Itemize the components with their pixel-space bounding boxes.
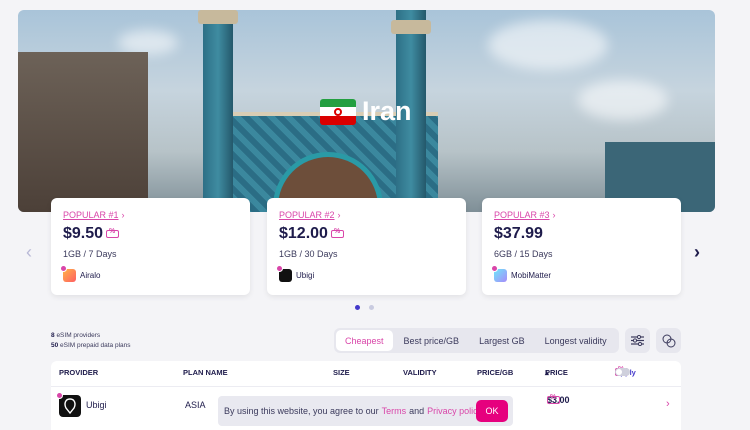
hero-minaret-left	[198, 10, 238, 212]
chevron-right-icon: ›	[337, 210, 341, 220]
chevron-right-icon: ›	[121, 210, 125, 220]
price-text: $37.99	[494, 225, 543, 242]
filter-button[interactable]	[625, 328, 650, 353]
carousel-dot-1[interactable]	[355, 305, 360, 310]
price-text: $9.50	[63, 225, 104, 242]
tab-cheapest[interactable]: Cheapest	[336, 330, 393, 351]
cookie-and: and	[409, 406, 425, 416]
popular-label-text: POPULAR #3	[494, 210, 550, 220]
coupon-icon	[547, 394, 560, 404]
row-plan-name: ASIA	[185, 400, 206, 410]
plan-stats: 8 eSIM providers 50 eSIM prepaid data pl…	[51, 331, 131, 351]
tab-best-price-gb[interactable]: Best price/GB	[395, 330, 469, 351]
coupon-icon	[330, 228, 344, 238]
popular-card-3[interactable]: POPULAR #3 › $37.99 6GB / 15 Days MobiMat…	[482, 198, 681, 295]
provider-info: MobiMatter	[491, 265, 671, 282]
table-header: PROVIDER PLAN NAME SIZE VALIDITY PRICE/G…	[51, 366, 681, 382]
plan-details: 1GB / 7 Days	[63, 249, 117, 259]
ubigi-logo-icon	[56, 392, 81, 417]
plan-details: 6GB / 15 Days	[494, 249, 553, 259]
price-text: $12.00	[279, 225, 328, 242]
iran-flag-icon	[320, 98, 356, 125]
country-heading: Iran	[320, 96, 412, 127]
provider-info: Airalo	[60, 265, 240, 282]
col-plan-name[interactable]: PLAN NAME	[183, 368, 228, 377]
sliders-icon	[631, 335, 644, 346]
country-name: Iran	[362, 96, 412, 126]
plans-label: eSIM prepaid data plans	[60, 342, 131, 349]
provider-name: Ubigi	[296, 271, 315, 280]
toggle-switch[interactable]	[615, 368, 630, 376]
tab-largest-gb[interactable]: Largest GB	[470, 330, 534, 351]
privacy-policy-link[interactable]: Privacy policy	[427, 406, 482, 416]
mobimatter-logo-icon	[491, 265, 507, 282]
row-provider-name: Ubigi	[86, 400, 107, 410]
popular-card-1[interactable]: POPULAR #1› $9.50 1GB / 7 Days Airalo	[51, 198, 250, 295]
providers-label: eSIM providers	[56, 332, 101, 339]
popular-label[interactable]: POPULAR #1 ›	[63, 210, 240, 220]
chevron-right-icon: ›	[552, 210, 556, 220]
ubigi-logo-icon	[276, 265, 292, 282]
carousel-prev-icon[interactable]: ‹	[26, 242, 32, 263]
carousel-next-icon[interactable]: ›	[694, 242, 700, 263]
hero-left-building	[18, 52, 148, 212]
plan-price: $9.50	[63, 225, 240, 243]
cookie-ok-button[interactable]: OK	[476, 400, 508, 422]
verified-badge-icon	[60, 265, 67, 272]
verified-badge-icon	[276, 265, 283, 272]
col-price-gb[interactable]: PRICE/GB	[477, 368, 513, 377]
popular-label-text: POPULAR #1	[63, 210, 119, 220]
verified-badge-icon	[56, 392, 63, 399]
cookie-banner: By using this website, you agree to our …	[218, 396, 513, 426]
verified-badge-icon	[491, 265, 498, 272]
cookie-text: By using this website, you agree to our	[224, 406, 379, 416]
tab-longest-validity[interactable]: Longest validity	[536, 330, 616, 351]
plan-price: $37.99	[494, 225, 671, 243]
coupon-icon	[106, 228, 120, 238]
sort-tabs: Cheapest Best price/GB Largest GB Longes…	[334, 328, 619, 353]
provider-name: Airalo	[80, 271, 101, 280]
col-validity[interactable]: VALIDITY	[403, 368, 437, 377]
plans-count: 50	[51, 342, 59, 349]
popular-card-2[interactable]: POPULAR #2› $12.00 1GB / 30 Days Ubigi	[267, 198, 466, 295]
plan-price: $12.00	[279, 225, 456, 243]
popular-label[interactable]: POPULAR #3 ›	[494, 210, 671, 220]
ubigi-mark-icon	[64, 398, 76, 415]
currency-button[interactable]	[656, 328, 681, 353]
airalo-logo-icon	[60, 265, 76, 282]
provider-name: MobiMatter	[511, 271, 552, 280]
carousel-dots	[355, 305, 374, 310]
plan-details: 1GB / 30 Days	[279, 249, 338, 259]
provider-info: Ubigi	[276, 265, 456, 282]
col-provider[interactable]: PROVIDER	[59, 368, 98, 377]
providers-count: 8	[51, 332, 55, 339]
sort-asc-icon: ▴	[545, 368, 549, 377]
terms-link[interactable]: Terms	[382, 406, 407, 416]
chevron-right-icon[interactable]: ›	[666, 398, 670, 410]
carousel-dot-2[interactable]	[369, 305, 374, 310]
popular-label-text: POPULAR #2	[279, 210, 335, 220]
currency-exchange-icon	[662, 334, 675, 347]
col-size[interactable]: SIZE	[333, 368, 350, 377]
hero-banner: Iran	[18, 10, 715, 212]
popular-label[interactable]: POPULAR #2 ›	[279, 210, 456, 220]
